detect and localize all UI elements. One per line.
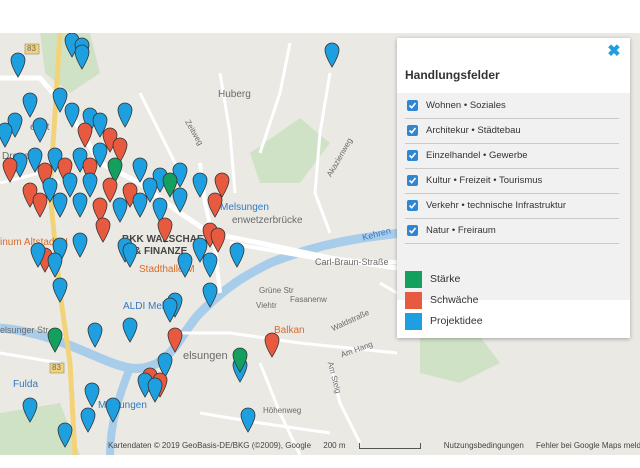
map-label: Huberg: [218, 89, 251, 100]
checkbox-checked-icon[interactable]: [407, 100, 418, 111]
map-marker-icon[interactable]: [52, 192, 68, 218]
map-marker-icon[interactable]: [192, 172, 208, 198]
map-label: Viehtr: [256, 301, 277, 310]
map-label: elsunger Str: [0, 325, 49, 335]
map-marker-icon[interactable]: [95, 217, 111, 243]
map-label: Carl-Braun-Straße: [315, 257, 389, 267]
map-marker-icon[interactable]: [30, 242, 46, 268]
map-marker-icon[interactable]: [207, 192, 223, 218]
map-marker-icon[interactable]: [324, 42, 340, 68]
map-marker-icon[interactable]: [229, 242, 245, 268]
field-item-wohnen[interactable]: Wohnen • Soziales: [405, 94, 619, 119]
field-item-natur[interactable]: Natur • Freiraum: [405, 219, 619, 244]
field-item-verkehr[interactable]: Verkehr • technische Infrastruktur: [405, 194, 619, 219]
map-label: Fulda: [13, 379, 39, 390]
map-marker-icon[interactable]: [47, 327, 63, 353]
scale-text: 200 m: [323, 441, 346, 450]
field-label: Einzelhandel • Gewerbe: [426, 150, 528, 161]
map-marker-icon[interactable]: [72, 192, 88, 218]
map-marker-icon[interactable]: [202, 282, 218, 308]
field-label: Natur • Freiraum: [426, 225, 496, 236]
map-marker-icon[interactable]: [77, 122, 93, 148]
field-label: Architekur • Städtebau: [426, 125, 521, 136]
report-error-link[interactable]: Fehler bei Google Maps melden: [536, 441, 640, 450]
map-marker-icon[interactable]: [84, 382, 100, 408]
field-label: Wohnen • Soziales: [426, 100, 506, 111]
attribution-data: Kartendaten © 2019 GeoBasis-DE/BKG (©200…: [108, 441, 312, 450]
panel-title: Handlungsfelder: [405, 68, 500, 82]
scale-bar: [359, 442, 422, 449]
close-icon[interactable]: ✖: [606, 44, 622, 60]
map-marker-icon[interactable]: [52, 277, 68, 303]
filter-panel: ✖ Handlungsfelder Wohnen • Soziales Arch…: [397, 38, 630, 338]
map-label: enwetzerbrücke: [232, 215, 303, 226]
scale-label[interactable]: 200 m: [323, 441, 431, 450]
google-logo: [0, 441, 10, 455]
legend-label: Schwäche: [430, 294, 479, 306]
map-marker-icon[interactable]: [264, 332, 280, 358]
map-marker-icon[interactable]: [240, 407, 256, 433]
map-marker-icon[interactable]: [202, 252, 218, 278]
map-marker-icon[interactable]: [162, 297, 178, 323]
map-attribution: Kartendaten © 2019 GeoBasis-DE/BKG (©200…: [108, 441, 640, 455]
checkbox-checked-icon[interactable]: [407, 200, 418, 211]
map-marker-icon[interactable]: [177, 252, 193, 278]
map-marker-icon[interactable]: [157, 217, 173, 243]
legend-item-schwaeche: Schwäche: [405, 291, 605, 309]
terms-link[interactable]: Nutzungsbedingungen: [444, 441, 524, 450]
checkbox-checked-icon[interactable]: [407, 125, 418, 136]
map-marker-icon[interactable]: [87, 322, 103, 348]
legend-label: Projektidee: [430, 315, 483, 327]
map-marker-icon[interactable]: [172, 187, 188, 213]
field-item-kultur[interactable]: Kultur • Freizeit • Tourismus: [405, 169, 619, 194]
map-label: Grüne Str: [259, 286, 294, 295]
legend-swatch: [405, 292, 422, 309]
map-label: Fasanenw: [290, 295, 327, 304]
map-marker-icon[interactable]: [72, 232, 88, 258]
map-marker-icon[interactable]: [10, 52, 26, 78]
map-marker-icon[interactable]: [32, 192, 48, 218]
field-label: Verkehr • technische Infrastruktur: [426, 200, 567, 211]
road-shield-83: 83: [52, 363, 61, 372]
map-marker-icon[interactable]: [80, 407, 96, 433]
map-marker-icon[interactable]: [0, 122, 13, 148]
map-label: elsungen: [183, 350, 228, 362]
map-marker-icon[interactable]: [74, 44, 90, 70]
field-label: Kultur • Freizeit • Tourismus: [426, 175, 543, 186]
map-label: Melsungen: [220, 202, 269, 213]
checkbox-checked-icon[interactable]: [407, 150, 418, 161]
map-marker-icon[interactable]: [122, 242, 138, 268]
field-list: Wohnen • Soziales Architekur • Städtebau…: [397, 93, 630, 300]
checkbox-checked-icon[interactable]: [407, 175, 418, 186]
map-marker-icon[interactable]: [112, 197, 128, 223]
checkbox-checked-icon[interactable]: [407, 225, 418, 236]
legend-swatch: [405, 271, 422, 288]
map-marker-icon[interactable]: [105, 397, 121, 423]
map-marker-icon[interactable]: [47, 252, 63, 278]
map-marker-icon[interactable]: [167, 327, 183, 353]
map-marker-icon[interactable]: [2, 157, 18, 183]
legend-label: Stärke: [430, 273, 461, 285]
map-marker-icon[interactable]: [32, 117, 48, 143]
map-marker-icon[interactable]: [57, 422, 73, 448]
map-marker-icon[interactable]: [22, 92, 38, 118]
map-marker-icon[interactable]: [232, 347, 248, 373]
legend-item-staerke: Stärke: [405, 270, 605, 288]
road-shield-83: 83: [27, 44, 36, 53]
field-item-einzelhandel[interactable]: Einzelhandel • Gewerbe: [405, 144, 619, 169]
map-label: Höhenweg: [263, 406, 302, 415]
legend-swatch: [405, 313, 422, 330]
map-marker-icon[interactable]: [210, 227, 226, 253]
map-marker-icon[interactable]: [117, 102, 133, 128]
legend-item-projektidee: Projektidee: [405, 312, 605, 330]
field-item-architektur[interactable]: Architekur • Städtebau: [405, 119, 619, 144]
map-marker-icon[interactable]: [122, 317, 138, 343]
map-marker-icon[interactable]: [22, 397, 38, 423]
map-marker-icon[interactable]: [132, 192, 148, 218]
map-marker-icon[interactable]: [147, 377, 163, 403]
